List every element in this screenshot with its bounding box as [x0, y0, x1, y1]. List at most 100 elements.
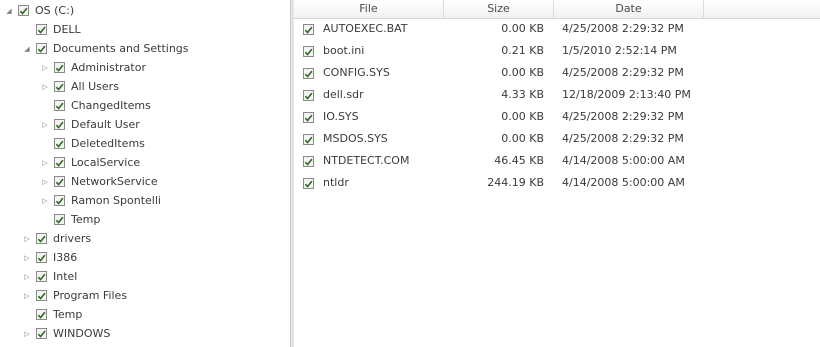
expand-arrow-icon[interactable]: ▷ — [40, 196, 50, 206]
file-size: 244.19 KB — [487, 176, 544, 189]
checkbox[interactable] — [36, 233, 47, 244]
checkbox[interactable] — [36, 271, 47, 282]
file-size: 0.00 KB — [501, 22, 544, 35]
column-header-date[interactable]: Date — [554, 0, 704, 18]
collapse-arrow-icon[interactable]: ◢ — [4, 6, 14, 16]
file-size: 0.00 KB — [501, 110, 544, 123]
file-size: 0.00 KB — [501, 132, 544, 145]
tree-item[interactable]: ▷ I386 — [22, 249, 77, 266]
tree-item-label: DELL — [53, 23, 81, 36]
collapse-arrow-icon[interactable]: ◢ — [22, 44, 32, 54]
file-date: 4/25/2008 2:29:32 PM — [562, 110, 684, 123]
file-row[interactable]: IO.SYS 0.00 KB 4/25/2008 2:29:32 PM — [294, 108, 820, 126]
checkbox[interactable] — [18, 5, 29, 16]
checkbox[interactable] — [54, 119, 65, 130]
tree-item[interactable]: ▷ Default User — [40, 116, 140, 133]
checkbox[interactable] — [303, 178, 314, 189]
tree-item[interactable]: DELL — [22, 21, 81, 38]
list-header: File Size Date — [294, 0, 820, 19]
tree-item[interactable]: ▷ All Users — [40, 78, 119, 95]
tree-item-label: Ramon Spontelli — [71, 194, 161, 207]
checkbox[interactable] — [303, 134, 314, 145]
checkbox[interactable] — [303, 90, 314, 101]
expand-arrow-icon[interactable]: ▷ — [22, 291, 32, 301]
tree-item[interactable]: ▷ Administrator — [40, 59, 146, 76]
checkbox[interactable] — [36, 24, 47, 35]
checkbox[interactable] — [36, 290, 47, 301]
tree-item[interactable]: ChangedItems — [40, 97, 151, 114]
file-size: 0.21 KB — [501, 44, 544, 57]
checkbox[interactable] — [303, 68, 314, 79]
tree-item[interactable]: ▷ WINDOWS — [22, 325, 110, 342]
tree-item-label: Temp — [53, 308, 83, 321]
expand-arrow-icon[interactable]: ▷ — [22, 234, 32, 244]
file-row[interactable]: MSDOS.SYS 0.00 KB 4/25/2008 2:29:32 PM — [294, 130, 820, 148]
tree-item-label: LocalService — [71, 156, 141, 169]
tree-item-label: Default User — [71, 118, 140, 131]
checkbox[interactable] — [54, 214, 65, 225]
file-date: 4/14/2008 5:00:00 AM — [562, 154, 685, 167]
tree-item[interactable]: Temp — [40, 211, 100, 228]
tree-item[interactable]: ▷ Ramon Spontelli — [40, 192, 161, 209]
expand-arrow-icon[interactable]: ▷ — [40, 63, 50, 73]
tree-item-label: All Users — [71, 80, 119, 93]
tree-item-label: I386 — [53, 251, 78, 264]
tree-item[interactable]: ◢ Documents and Settings — [22, 40, 189, 57]
tree-item-label: DeletedItems — [71, 137, 145, 150]
checkbox[interactable] — [303, 156, 314, 167]
checkbox[interactable] — [54, 100, 65, 111]
checkbox[interactable] — [54, 62, 65, 73]
file-date: 1/5/2010 2:52:14 PM — [562, 44, 677, 57]
tree-item[interactable]: ▷ NetworkService — [40, 173, 157, 190]
checkbox[interactable] — [303, 46, 314, 57]
checkbox[interactable] — [36, 328, 47, 339]
checkbox[interactable] — [36, 43, 47, 54]
checkbox[interactable] — [303, 112, 314, 123]
tree-item-label: Temp — [71, 213, 101, 226]
file-row[interactable]: AUTOEXEC.BAT 0.00 KB 4/25/2008 2:29:32 PM — [294, 20, 820, 38]
column-header-file[interactable]: File — [294, 0, 444, 18]
file-row[interactable]: dell.sdr 4.33 KB 12/18/2009 2:13:40 PM — [294, 86, 820, 104]
tree-item[interactable]: DeletedItems — [40, 135, 145, 152]
tree-item-label: WINDOWS — [53, 327, 111, 340]
checkbox[interactable] — [54, 176, 65, 187]
tree-item[interactable]: ▷ LocalService — [40, 154, 140, 171]
checkbox[interactable] — [36, 309, 47, 320]
tree-item-label: drivers — [53, 232, 92, 245]
file-date: 4/14/2008 5:00:00 AM — [562, 176, 685, 189]
file-name: ntldr — [323, 176, 349, 189]
expand-arrow-icon[interactable]: ▷ — [40, 177, 50, 187]
file-date: 4/25/2008 2:29:32 PM — [562, 22, 684, 35]
expand-arrow-icon[interactable]: ▷ — [22, 253, 32, 263]
checkbox[interactable] — [54, 157, 65, 168]
tree-item[interactable]: ◢ OS (C:) — [4, 2, 74, 19]
tree-item[interactable]: ▷ Intel — [22, 268, 77, 285]
tree-item[interactable]: ▷ drivers — [22, 230, 91, 247]
expand-arrow-icon[interactable]: ▷ — [40, 120, 50, 130]
column-header-size[interactable]: Size — [444, 0, 554, 18]
file-date: 4/25/2008 2:29:32 PM — [562, 66, 684, 79]
file-date: 12/18/2009 2:13:40 PM — [562, 88, 691, 101]
tree-item-label: Documents and Settings — [53, 42, 189, 55]
expand-arrow-icon[interactable]: ▷ — [40, 82, 50, 92]
checkbox[interactable] — [54, 81, 65, 92]
file-name: AUTOEXEC.BAT — [323, 22, 408, 35]
file-row[interactable]: ntldr 244.19 KB 4/14/2008 5:00:00 AM — [294, 174, 820, 192]
file-name: MSDOS.SYS — [323, 132, 388, 145]
checkbox[interactable] — [54, 195, 65, 206]
expand-arrow-icon[interactable]: ▷ — [22, 272, 32, 282]
tree-item[interactable]: Temp — [22, 306, 82, 323]
expand-arrow-icon[interactable]: ▷ — [22, 329, 32, 339]
tree-item[interactable]: ▷ Program Files — [22, 287, 127, 304]
tree-item-label: Program Files — [53, 289, 128, 302]
file-row[interactable]: NTDETECT.COM 46.45 KB 4/14/2008 5:00:00 AM — [294, 152, 820, 170]
expand-arrow-icon[interactable]: ▷ — [40, 158, 50, 168]
file-row[interactable]: CONFIG.SYS 0.00 KB 4/25/2008 2:29:32 PM — [294, 64, 820, 82]
file-size: 0.00 KB — [501, 66, 544, 79]
checkbox[interactable] — [54, 138, 65, 149]
checkbox[interactable] — [36, 252, 47, 263]
checkbox[interactable] — [303, 24, 314, 35]
file-list: File Size Date AUTOEXEC.BAT 0.00 KB 4/25/2… — [294, 0, 820, 347]
file-row[interactable]: boot.ini 0.21 KB 1/5/2010 2:52:14 PM — [294, 42, 820, 60]
